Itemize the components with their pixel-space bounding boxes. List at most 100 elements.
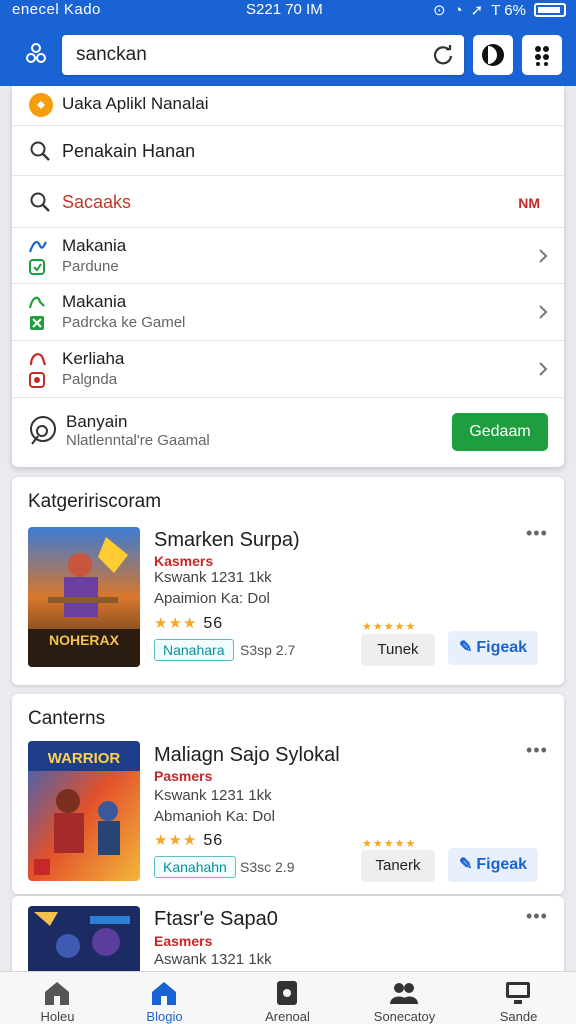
- carrier-label: enecel Kado: [12, 1, 101, 18]
- category-tag[interactable]: Nanahara: [154, 639, 234, 661]
- suggestion-last-subtitle: Nlatlenntal're Gaamal: [66, 432, 210, 449]
- battery-percent: T 6%: [491, 1, 526, 19]
- rating-stars: ★★★ 56: [154, 615, 224, 632]
- game-poster-image[interactable]: [28, 906, 140, 976]
- monitor-icon: [506, 982, 530, 1004]
- rating-stars-small: ★★★★★: [362, 621, 417, 633]
- nav-item-store[interactable]: Blogio: [107, 972, 222, 1024]
- nav-item-arena[interactable]: Arenoal: [230, 972, 345, 1024]
- pencil-icon: ✎: [458, 639, 473, 656]
- game-title[interactable]: Maliagn Sajo Sylokal: [154, 744, 340, 767]
- game-extra-info: Abmanioh Ka: Dol: [154, 808, 275, 825]
- chevron-right-icon: [539, 362, 548, 376]
- grid-dots-icon: [535, 46, 549, 66]
- swirl-icon: [28, 241, 47, 253]
- suggestion-top-label: Uaka Aplikl Nanalai: [62, 94, 209, 113]
- location-pin-icon: [30, 416, 56, 445]
- reload-icon[interactable]: [432, 44, 454, 66]
- status-bar: enecel Kado S221 70 IM ⊙ ◔ ➚ T 6%: [0, 0, 576, 22]
- alarm-icon: ⊙: [433, 2, 446, 19]
- game-developer: Pasmers: [154, 768, 213, 784]
- game-downloads: Kswank 1231 1kk: [154, 569, 272, 586]
- suggestion-highlight-label: Sacaaks: [62, 192, 132, 212]
- more-options-icon[interactable]: •••: [526, 906, 548, 927]
- app-square-icon: [30, 316, 44, 330]
- get-button-label: Figeak: [476, 639, 528, 656]
- game-poster-image[interactable]: NOHERAX: [28, 527, 140, 667]
- search-input[interactable]: sanckan: [62, 35, 464, 75]
- app-logo-icon[interactable]: [22, 40, 50, 68]
- swirl-icon: [29, 353, 47, 366]
- game-title[interactable]: Ftasr'e Sapa0: [154, 908, 278, 931]
- search-input-value: sanckan: [76, 44, 147, 65]
- rating-value: 56: [203, 615, 224, 632]
- game-poster-image[interactable]: WARRIOR: [28, 741, 140, 881]
- game-size: S3sp 2.7: [240, 642, 296, 658]
- game-size: S3sc 2.9: [240, 859, 295, 875]
- nav-label: Blogio: [146, 1009, 183, 1024]
- store-icon: [152, 982, 176, 1005]
- swirl-icon: [28, 296, 45, 309]
- suggestion-highlight-item[interactable]: Sacaaks NM: [12, 176, 564, 228]
- rating-stars: ★★★ 56: [154, 832, 224, 849]
- search-icon: [30, 192, 50, 212]
- game-downloads: Aswank 1321 1kk: [154, 951, 272, 968]
- more-options-icon[interactable]: •••: [526, 740, 548, 761]
- category-tag[interactable]: Kanahahn: [154, 856, 236, 878]
- people-icon: [390, 983, 418, 1004]
- apps-grid-button[interactable]: [522, 35, 562, 75]
- details-button[interactable]: Tanerk: [361, 850, 435, 882]
- game-developer: Kasmers: [154, 553, 214, 569]
- more-options-icon[interactable]: •••: [526, 523, 548, 544]
- battery-icon: [534, 3, 566, 17]
- app-square-icon: [29, 259, 45, 275]
- bottom-navigation: Holeu Blogio Arenoal Sonecatoy Sande: [0, 971, 576, 1024]
- section-title: Canterns: [28, 708, 106, 729]
- suggestion-last-title: Banyain: [66, 412, 128, 431]
- get-button[interactable]: ✎ Figeak: [448, 631, 538, 665]
- chevron-right-icon: [539, 249, 548, 263]
- nav-label: Holeu: [40, 1009, 75, 1024]
- home-icon: [45, 982, 69, 1005]
- suggestion-app-title: Makania: [62, 236, 127, 255]
- suggestion-app-subtitle: Pardune: [62, 258, 119, 275]
- profile-button[interactable]: [473, 35, 513, 75]
- search-icon: [30, 141, 50, 161]
- get-button-label: Figeak: [476, 856, 528, 873]
- tablet-icon: [277, 981, 297, 1005]
- clock: S221 70 IM: [246, 1, 323, 18]
- suggestion-app-item[interactable]: Makania Pardune: [12, 228, 564, 284]
- suggestion-top-item[interactable]: Uaka Aplikl Nanalai: [12, 86, 564, 126]
- suggestion-highlight-badge: NM: [518, 195, 540, 211]
- nav-label: Sonecatoy: [373, 1009, 436, 1024]
- app-square-icon: [29, 372, 45, 388]
- rating-stars-small: ★★★★★: [362, 838, 417, 850]
- game-downloads: Kswank 1231 1kk: [154, 787, 272, 804]
- status-icons: ⊙ ◔ ➚ T 6%: [433, 1, 566, 19]
- details-button[interactable]: Tunek: [361, 634, 435, 666]
- nav-item-social[interactable]: Sonecatoy: [347, 972, 462, 1024]
- half-circle-icon: [482, 44, 504, 66]
- nav-item-home[interactable]: Holeu: [0, 972, 115, 1024]
- section-title: Katgeririscoram: [28, 491, 162, 512]
- install-button[interactable]: Gedaam: [452, 413, 548, 451]
- suggestion-app-item[interactable]: Kerliaha Palgnda: [12, 341, 564, 398]
- wifi-icon: ◔: [453, 1, 463, 19]
- suggestion-app-item[interactable]: Makania Padrcka ke Gamel: [12, 284, 564, 341]
- game-extra-info: Apaimion Ka: Dol: [154, 590, 270, 607]
- game-title[interactable]: Smarken Surpa): [154, 529, 300, 552]
- nav-item-device[interactable]: Sande: [461, 972, 576, 1024]
- location-icon: ➚: [470, 2, 484, 19]
- app-bar: enecel Kado S221 70 IM ⊙ ◔ ➚ T 6% sancka…: [0, 0, 576, 86]
- pencil-icon: ✎: [458, 856, 473, 873]
- poster-logo-text: NOHERAX: [49, 632, 120, 648]
- suggestion-search-item[interactable]: Penakain Hanan: [12, 126, 564, 176]
- rating-value: 56: [203, 832, 224, 849]
- nav-label: Sande: [499, 1009, 538, 1024]
- category-card: Canterns WARRIOR Maliagn Sajo Sylokal Pa…: [12, 694, 564, 894]
- suggestion-search-label: Penakain Hanan: [62, 141, 196, 161]
- nav-label: Arenoal: [265, 1009, 310, 1024]
- suggestion-app-title: Makania: [62, 292, 127, 311]
- get-button[interactable]: ✎ Figeak: [448, 848, 538, 882]
- suggestion-app-subtitle: Palgnda: [62, 371, 118, 388]
